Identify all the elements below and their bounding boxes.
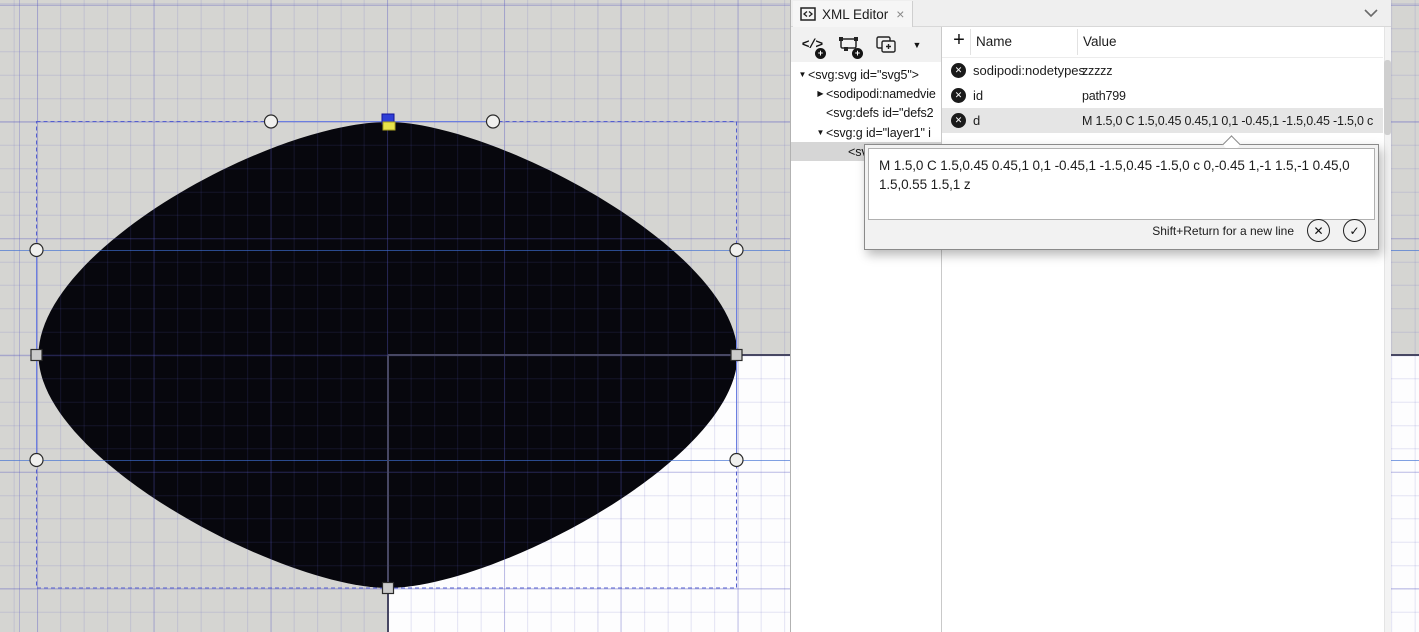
duplicate-node-icon (874, 35, 898, 55)
xml-tree-node-namedview[interactable]: ▶ <sodipodi:namedvie (791, 84, 941, 103)
tab-close-icon[interactable]: × (896, 6, 904, 22)
panel-collapse-chevron-icon[interactable] (1363, 5, 1379, 21)
xml-node-label: <svg:g id="layer1" i (826, 126, 931, 140)
path-node-bottom[interactable] (383, 583, 394, 594)
expand-arrow-icon[interactable]: ▶ (815, 89, 826, 98)
attribute-value[interactable]: path799 (1082, 89, 1375, 103)
xml-tree-node-layer1[interactable]: ▼ <svg:g id="layer1" i (791, 123, 941, 142)
bezier-handle[interactable] (730, 454, 743, 467)
attribute-value[interactable]: zzzzz (1082, 64, 1375, 78)
path-node-right[interactable] (731, 350, 742, 361)
attribute-value[interactable]: M 1.5,0 C 1.5,0.45 0.45,1 0,1 -0.45,1 -1… (1082, 114, 1375, 128)
bezier-handle[interactable] (30, 244, 43, 257)
bezier-handle-lines (37, 122, 737, 461)
xml-tree-node-svg[interactable]: ▼ <svg:svg id="svg5"> (791, 65, 941, 84)
panel-tab-bar: XML Editor × (791, 0, 1391, 27)
tree-attributes-splitter[interactable] (941, 27, 942, 632)
xml-node-label: <svg:svg id="svg5"> (808, 68, 919, 82)
panel-scrollbar-thumb[interactable] (1384, 60, 1391, 135)
delete-attribute-icon[interactable]: ✕ (951, 88, 966, 103)
attribute-row-d[interactable]: ✕ d M 1.5,0 C 1.5,0.45 0.45,1 0,1 -0.45,… (942, 108, 1383, 133)
xml-editor-panel: XML Editor × </> + + (790, 0, 1390, 632)
xml-node-label: <svg:defs id="defs2 (826, 106, 933, 120)
plus-badge-icon: + (815, 48, 826, 59)
attribute-row-nodetypes[interactable]: ✕ sodipodi:nodetypes zzzzz (942, 58, 1383, 83)
value-column-header: Value (1083, 34, 1117, 49)
path-node-left[interactable] (31, 350, 42, 361)
attributes-header: + Name Value (942, 27, 1383, 58)
attribute-value-textarea[interactable]: M 1.5,0 C 1.5,0.45 0.45,1 0,1 -0.45,1 -1… (868, 148, 1375, 220)
new-element-node-button[interactable]: </> + (798, 32, 826, 58)
xml-tree-node-defs[interactable]: <svg:defs id="defs2 (791, 104, 941, 123)
bezier-handle[interactable] (487, 115, 500, 128)
selection-bbox (37, 122, 737, 589)
confirm-button[interactable]: ✓ (1343, 219, 1366, 242)
attribute-value-editor-popup: M 1.5,0 C 1.5,0.45 0.45,1 0,1 -0.45,1 -1… (864, 144, 1379, 250)
dropdown-arrow-icon: ▼ (913, 40, 922, 50)
header-separator (1077, 29, 1078, 55)
xml-editor-icon (800, 7, 816, 21)
xml-toolbar: </> + + ▼ (791, 27, 941, 62)
attribute-name: sodipodi:nodetypes (973, 63, 1085, 78)
duplicate-node-button[interactable] (872, 32, 900, 58)
xml-node-label: <sodipodi:namedvie (826, 87, 936, 101)
delete-attribute-icon[interactable]: ✕ (951, 63, 966, 78)
name-column-header: Name (976, 34, 1012, 49)
path-node-top-highlight[interactable] (383, 122, 395, 130)
cancel-button[interactable]: ✕ (1307, 219, 1330, 242)
add-attribute-button[interactable]: + (947, 29, 971, 52)
new-text-node-button[interactable]: + (835, 32, 863, 58)
toolbar-dropdown-button[interactable]: ▼ (909, 32, 925, 58)
expand-arrow-icon[interactable]: ▼ (797, 70, 808, 79)
bezier-handle[interactable] (265, 115, 278, 128)
newline-hint-label: Shift+Return for a new line (1152, 224, 1294, 238)
attribute-name: id (973, 88, 983, 103)
tab-title: XML Editor (822, 7, 888, 22)
attribute-row-id[interactable]: ✕ id path799 (942, 83, 1383, 108)
expand-arrow-icon[interactable]: ▼ (815, 128, 826, 137)
header-separator (970, 29, 971, 55)
bezier-handle[interactable] (30, 454, 43, 467)
tab-xml-editor[interactable]: XML Editor × (793, 1, 913, 27)
inkscape-canvas: XML Editor × </> + + (0, 0, 1419, 632)
attribute-name: d (973, 113, 980, 128)
plus-badge-icon: + (852, 48, 863, 59)
attributes-list: ✕ sodipodi:nodetypes zzzzz ✕ id path799 … (942, 58, 1383, 133)
bezier-handle[interactable] (730, 244, 743, 257)
popup-footer: Shift+Return for a new line ✕ ✓ (1152, 219, 1366, 242)
delete-attribute-icon[interactable]: ✕ (951, 113, 966, 128)
